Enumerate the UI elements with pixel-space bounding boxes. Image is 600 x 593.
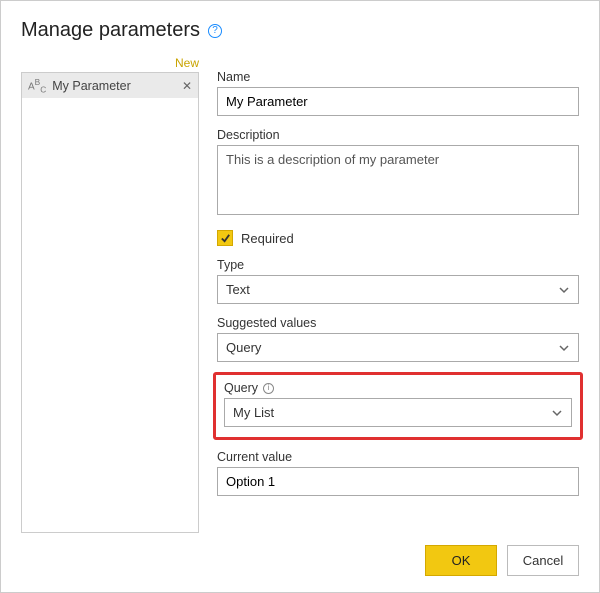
query-label-text: Query xyxy=(224,381,258,395)
type-select[interactable]: Text xyxy=(217,275,579,304)
info-icon[interactable]: i xyxy=(263,383,274,394)
close-icon[interactable]: ✕ xyxy=(182,79,192,93)
name-input[interactable] xyxy=(217,87,579,116)
query-value: My List xyxy=(233,405,274,420)
query-select[interactable]: My List xyxy=(224,398,572,427)
name-field: Name xyxy=(217,70,579,116)
text-type-icon: ABC xyxy=(28,77,46,94)
suggested-values-field: Suggested values Query xyxy=(217,316,579,362)
description-input[interactable] xyxy=(217,145,579,215)
suggested-values-value: Query xyxy=(226,340,261,355)
check-icon xyxy=(220,233,231,244)
help-icon[interactable]: ? xyxy=(208,24,222,38)
type-label: Type xyxy=(217,258,579,272)
suggested-values-select[interactable]: Query xyxy=(217,333,579,362)
cancel-button[interactable]: Cancel xyxy=(507,545,579,576)
description-label: Description xyxy=(217,128,579,142)
current-value-field: Current value xyxy=(217,450,579,496)
name-label: Name xyxy=(217,70,579,84)
parameter-form: Name Description Required Type Text xyxy=(217,56,579,533)
type-field: Type Text xyxy=(217,258,579,304)
required-label: Required xyxy=(241,231,294,246)
new-parameter-link[interactable]: New xyxy=(21,56,199,70)
dialog-header: Manage parameters ? xyxy=(21,19,579,42)
description-field: Description xyxy=(217,128,579,218)
required-field: Required xyxy=(217,230,579,246)
query-field-highlight: Query i My List xyxy=(213,372,583,440)
parameter-item-label: My Parameter xyxy=(52,79,131,93)
dialog-body: New ABC My Parameter ✕ Name Description xyxy=(21,56,579,533)
chevron-down-icon xyxy=(551,407,563,419)
ok-button[interactable]: OK xyxy=(425,545,497,576)
dialog-title: Manage parameters xyxy=(21,19,200,42)
parameter-list: ABC My Parameter ✕ xyxy=(21,72,199,533)
chevron-down-icon xyxy=(558,342,570,354)
suggested-values-label: Suggested values xyxy=(217,316,579,330)
manage-parameters-dialog: Manage parameters ? New ABC My Parameter… xyxy=(0,0,600,593)
dialog-buttons: OK Cancel xyxy=(21,533,579,576)
query-label: Query i xyxy=(224,381,572,395)
current-value-label: Current value xyxy=(217,450,579,464)
chevron-down-icon xyxy=(558,284,570,296)
parameter-sidebar: New ABC My Parameter ✕ xyxy=(21,56,199,533)
current-value-input[interactable] xyxy=(217,467,579,496)
type-value: Text xyxy=(226,282,250,297)
required-checkbox[interactable] xyxy=(217,230,233,246)
parameter-list-item[interactable]: ABC My Parameter ✕ xyxy=(22,73,198,98)
